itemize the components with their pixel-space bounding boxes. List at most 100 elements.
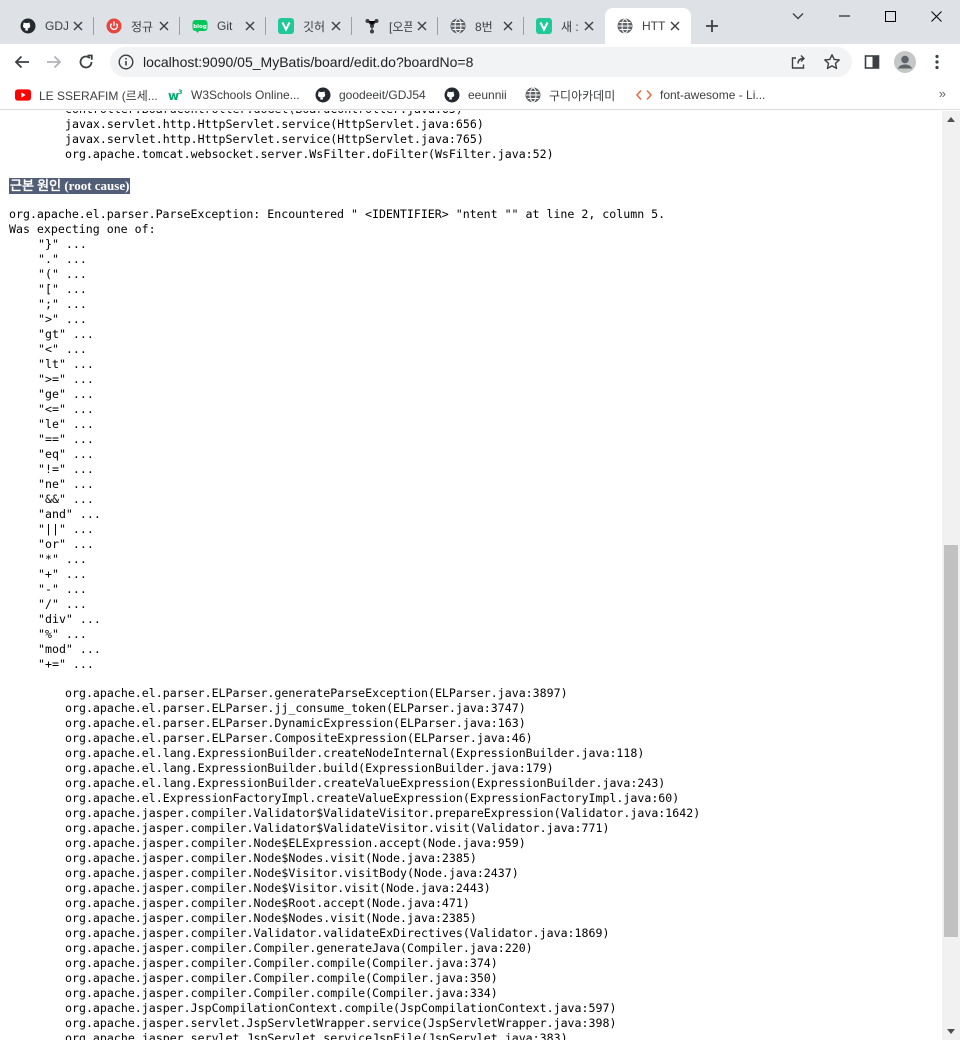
stack-frame: org.apache.tomcat.websocket.server.WsFil…: [65, 147, 554, 161]
expected-token: "+=" ...: [38, 657, 94, 671]
menu-button[interactable]: [923, 48, 951, 76]
expected-token: "lt" ...: [38, 357, 94, 371]
scroll-up-button[interactable]: [942, 111, 960, 128]
tab-title: 새 :: [561, 19, 579, 34]
bookmark-item[interactable]: 구디아카데미: [525, 84, 615, 106]
expected-token: "(" ...: [38, 267, 87, 281]
caret-down-icon: [947, 1029, 955, 1034]
expected-token: "div" ...: [38, 612, 101, 626]
minimize-icon: [838, 15, 850, 17]
power-icon: [106, 18, 122, 34]
stack-frame: org.apache.jasper.compiler.Validator$Val…: [65, 806, 701, 820]
close-icon[interactable]: [581, 18, 597, 34]
tab-title: GDJ: [45, 19, 68, 33]
blog-icon: blog: [192, 18, 208, 34]
expected-token: "||" ...: [38, 522, 94, 536]
close-icon[interactable]: [70, 18, 86, 34]
url-text[interactable]: localhost:9090/05_MyBatis/board/edit.do?…: [143, 54, 473, 70]
reload-button[interactable]: [72, 48, 100, 76]
stack-frame: org.apache.el.parser.ELParser.jj_consume…: [65, 701, 526, 715]
youtube-icon: [15, 87, 31, 103]
velog-icon: [536, 18, 552, 34]
browser-tab[interactable]: blog Git: [180, 8, 266, 44]
browser-tab[interactable]: 정규: [94, 8, 180, 44]
minimize-button[interactable]: [821, 0, 867, 32]
avatar-icon: [894, 51, 916, 73]
close-icon[interactable]: [328, 18, 344, 34]
stack-frame: org.apache.el.lang.ExpressionBuilder.cre…: [65, 776, 666, 790]
profile-button[interactable]: [891, 48, 919, 76]
stack-frame: javax.servlet.http.HttpServlet.service(H…: [65, 132, 484, 146]
bookmark-item[interactable]: font-awesome - Li...: [636, 84, 765, 106]
forward-button[interactable]: [40, 48, 68, 76]
stack-frame: org.apache.el.parser.ELParser.generatePa…: [65, 686, 568, 700]
expected-token: "mod" ...: [38, 642, 101, 656]
tab-search-button[interactable]: [775, 0, 821, 32]
more-bookmarks-button[interactable]: »: [939, 86, 946, 101]
browser-tab[interactable]: 새 :: [524, 8, 605, 44]
expected-token: "-" ...: [38, 582, 87, 596]
stack-frame: org.apache.jasper.compiler.Validator$Val…: [65, 821, 610, 835]
maximize-button[interactable]: [867, 0, 913, 32]
stack-frame: org.apache.jasper.compiler.Node$Visitor.…: [65, 881, 491, 895]
browser-tab[interactable]: 8번: [438, 8, 524, 44]
expected-tokens-list: "}" ... "." ... "(" ... "[" ... ";" ... ">" .…: [38, 237, 101, 672]
browser-tab[interactable]: [오픈: [352, 8, 438, 44]
expected-token: ">=" ...: [38, 372, 94, 386]
browser-tab[interactable]: GDJ: [8, 8, 94, 44]
bookmark-item[interactable]: LE SSERAFIM (르세...: [15, 84, 158, 106]
vertical-scrollbar[interactable]: [942, 111, 960, 1040]
close-icon[interactable]: [242, 18, 258, 34]
stack-frame: org.apache.jasper.compiler.Compiler.gene…: [65, 941, 533, 955]
exception-line: org.apache.el.parser.ParseException: Enc…: [9, 207, 666, 221]
graph-icon: [364, 18, 380, 34]
exception-message: org.apache.el.parser.ParseException: Enc…: [9, 207, 665, 237]
stack-trace-bottom: org.apache.el.parser.ELParser.generatePa…: [65, 686, 700, 1040]
stack-frame: org.apache.jasper.compiler.Node$Visitor.…: [65, 866, 519, 880]
stack-frame: org.apache.jasper.compiler.Node$Root.acc…: [65, 896, 470, 910]
close-icon[interactable]: [414, 18, 430, 34]
expected-token: "gt" ...: [38, 327, 94, 341]
bookmarks-bar: LE SSERAFIM (르세... w3 W3Schools Online..…: [0, 80, 960, 110]
expected-token: ";" ...: [38, 297, 87, 311]
stack-frame: org.apache.el.parser.ELParser.DynamicExp…: [65, 716, 526, 730]
scrollbar-thumb[interactable]: [944, 545, 958, 937]
browser-tab-active[interactable]: HTT: [605, 8, 691, 44]
expected-token: "<" ...: [38, 342, 87, 356]
bookmark-item[interactable]: goodeeit/GDJ54: [315, 84, 426, 106]
tab-title: 정규: [131, 19, 154, 34]
bookmark-item[interactable]: eeunnii: [444, 84, 507, 106]
arrow-left-icon: [14, 55, 29, 69]
expected-token: "*" ...: [38, 552, 87, 566]
code-icon: [636, 87, 652, 103]
expected-token: "or" ...: [38, 537, 94, 551]
github-icon: [20, 18, 36, 34]
bookmark-star-icon[interactable]: [823, 53, 841, 71]
expected-token: "and" ...: [38, 507, 101, 521]
scroll-down-button[interactable]: [942, 1023, 960, 1040]
expecting-line: Was expecting one of:: [9, 222, 156, 236]
address-bar[interactable]: localhost:9090/05_MyBatis/board/edit.do?…: [110, 47, 852, 77]
expected-token: "le" ...: [38, 417, 94, 431]
svg-text:3: 3: [178, 88, 183, 96]
close-icon[interactable]: [667, 18, 683, 34]
stack-frame: org.apache.el.lang.ExpressionBuilder.bui…: [65, 761, 554, 775]
browser-tab[interactable]: 깃허: [266, 8, 352, 44]
caret-up-icon: [947, 117, 955, 122]
side-panel-button[interactable]: [858, 48, 886, 76]
close-icon[interactable]: [500, 18, 516, 34]
new-tab-button[interactable]: [700, 14, 724, 38]
back-button[interactable]: [8, 48, 36, 76]
stack-frame: org.apache.jasper.compiler.Node$ELExpres…: [65, 836, 526, 850]
plus-icon: [706, 20, 718, 32]
expected-token: "<=" ...: [38, 402, 94, 416]
bookmark-item[interactable]: w3 W3Schools Online...: [167, 84, 300, 106]
expected-token: "[" ...: [38, 282, 87, 296]
expected-token: "." ...: [38, 252, 87, 266]
tab-title: HTT: [642, 19, 665, 33]
share-icon[interactable]: [790, 54, 806, 70]
close-icon[interactable]: [156, 18, 172, 34]
info-icon[interactable]: [118, 54, 134, 70]
globe-icon: [617, 18, 633, 34]
close-window-button[interactable]: [913, 0, 959, 32]
